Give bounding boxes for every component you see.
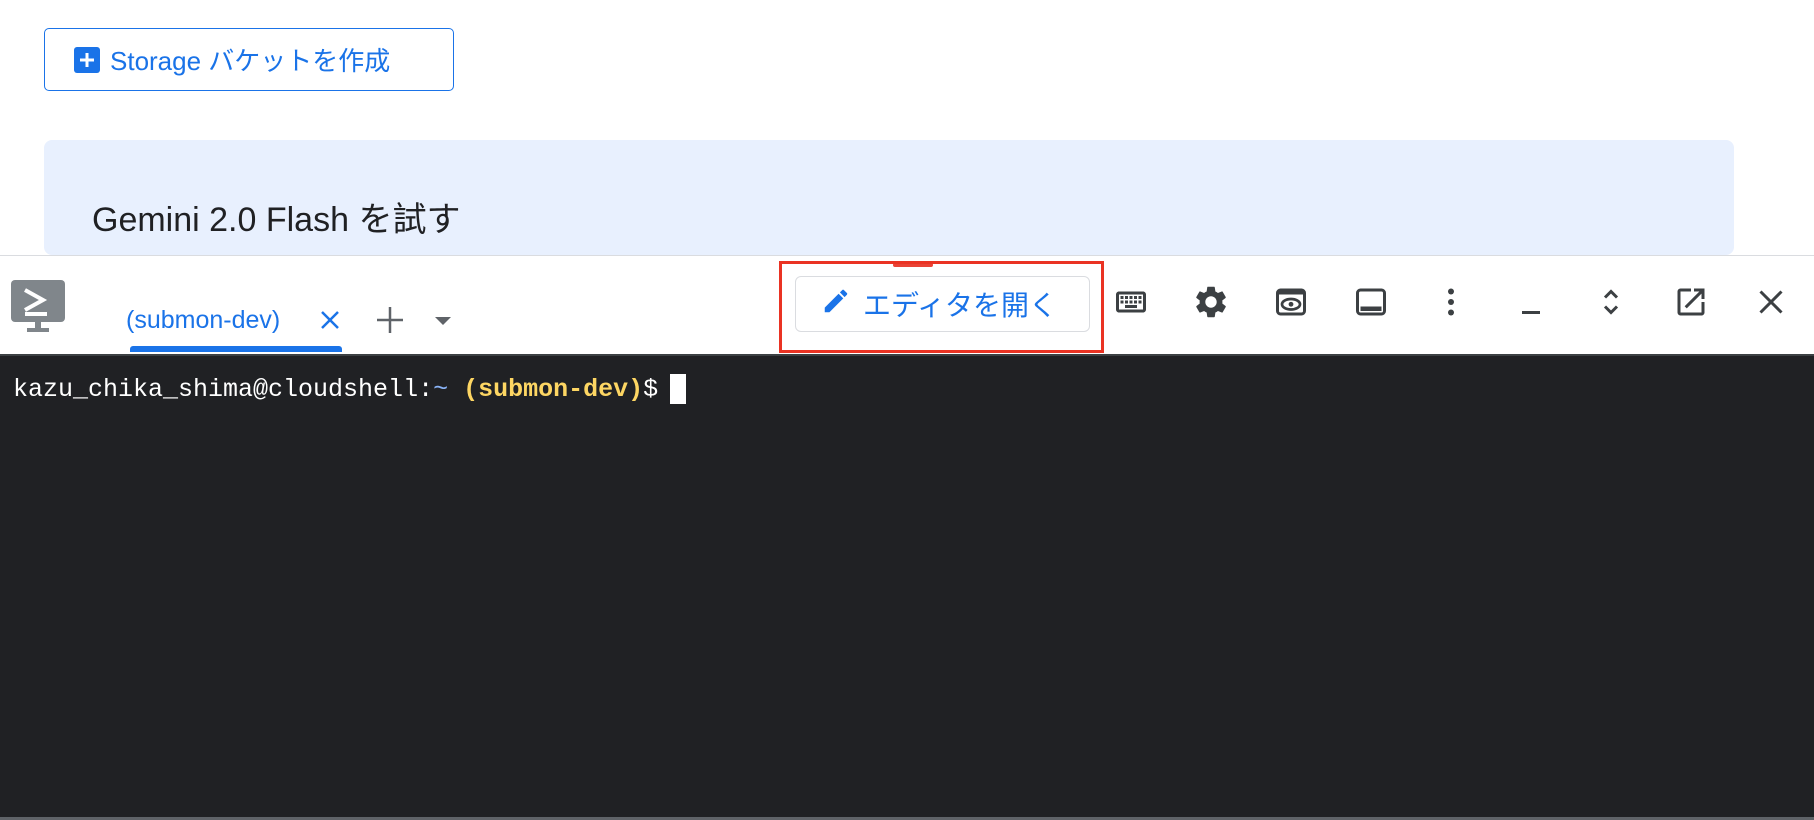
terminal-prompt-symbol: $ [643, 374, 659, 404]
keyboard-icon[interactable] [1109, 280, 1153, 324]
tab-menu-dropdown-icon[interactable] [430, 308, 456, 334]
terminal-user-host: kazu_chika_shima@cloudshell: [13, 374, 434, 404]
web-preview-icon[interactable] [1269, 280, 1313, 324]
create-bucket-label: Storage バケットを作成 [110, 46, 391, 76]
cloud-shell-panel: (submon-dev) エディタを開く kazu_chika_shima@cl… [0, 255, 1814, 820]
open-editor-button[interactable]: エディタを開く [795, 276, 1090, 332]
terminal-path: ~ [433, 374, 449, 404]
terminal[interactable]: kazu_chika_shima@cloudshell: ~ (submon-de… [0, 354, 1814, 820]
gemini-promo-card: Gemini 2.0 Flash を試す [44, 140, 1734, 255]
open-editor-label: エディタを開く [863, 290, 1058, 321]
pencil-icon [821, 286, 851, 323]
settings-icon[interactable] [1189, 280, 1233, 324]
add-tab-icon[interactable] [372, 302, 408, 338]
page: Storage バケットを作成 Gemini 2.0 Flash を試す (su… [0, 0, 1814, 820]
create-storage-bucket-button[interactable]: Storage バケットを作成 [44, 28, 454, 91]
cloud-shell-logo-icon [9, 278, 67, 336]
tab-label: (submon-dev) [126, 306, 281, 334]
terminal-prompt-line: kazu_chika_shima@cloudshell: ~ (submon-de… [13, 374, 687, 404]
more-vert-icon[interactable] [1429, 280, 1473, 324]
terminal-project: (submon-dev) [463, 374, 644, 404]
close-icon[interactable] [1749, 280, 1793, 324]
expand-icon[interactable] [1589, 280, 1633, 324]
tab-close-icon[interactable] [316, 306, 344, 334]
gemini-promo-title: Gemini 2.0 Flash を試す [92, 201, 461, 239]
open-new-window-icon[interactable] [1669, 280, 1713, 324]
terminal-cursor [670, 374, 687, 404]
tab-submon-dev[interactable]: (submon-dev) [126, 304, 342, 348]
dock-panel-icon[interactable] [1349, 280, 1393, 324]
add-box-icon [74, 46, 100, 73]
active-tab-indicator [130, 346, 342, 352]
minimize-icon[interactable] [1509, 280, 1553, 324]
